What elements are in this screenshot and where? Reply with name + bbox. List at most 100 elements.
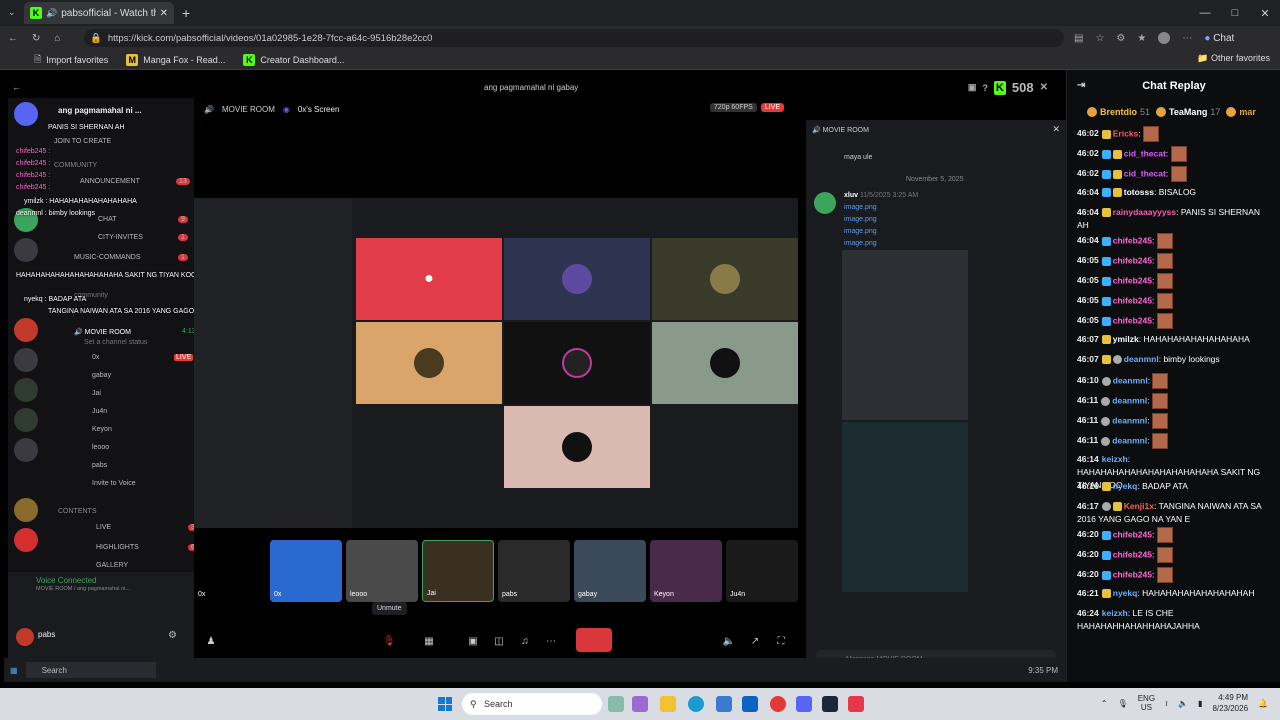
image-attachment[interactable] [842, 422, 968, 592]
message-username[interactable]: keizxh [1102, 608, 1128, 618]
message-username[interactable]: deanmnl [1113, 375, 1148, 385]
fullscreen-icon[interactable]: ⛶ [772, 632, 790, 650]
voice-user[interactable]: 0x LIVE [92, 354, 194, 361]
message-username[interactable]: chifeb245 [1113, 235, 1152, 245]
home-icon[interactable]: ⌂ [54, 33, 60, 44]
server-icon[interactable] [14, 498, 38, 522]
close-tab-icon[interactable]: ✕ [160, 8, 168, 19]
notification-icon[interactable]: 🔔 [1258, 699, 1268, 708]
copilot-chat-button[interactable]: ● Chat [1204, 33, 1234, 44]
browser-tab[interactable]: K 🔊 pabsofficial - Watch the VOD ✕ [24, 2, 174, 24]
voice-user[interactable]: Keyon [92, 426, 112, 433]
participant-thumb[interactable]: leooo [346, 540, 418, 602]
attachment-link[interactable]: image.png [844, 228, 877, 235]
channel-join-to-create[interactable]: JOIN TO CREATE [54, 138, 111, 145]
file-explorer-icon[interactable] [660, 696, 676, 712]
message-username[interactable]: deanmnl [1112, 395, 1147, 405]
channel-city-invites[interactable]: CITY-INVITES 1 [98, 234, 188, 241]
maximize-button[interactable]: □ [1220, 0, 1250, 26]
participant-tile[interactable] [504, 406, 650, 488]
message-username[interactable]: nyekq [1113, 481, 1138, 491]
message-username[interactable]: cid_thecat [1124, 168, 1166, 178]
minimize-button[interactable]: — [1190, 0, 1220, 26]
message-username[interactable]: deanmnl [1124, 354, 1159, 364]
participant-thumb[interactable]: pabs [498, 540, 570, 602]
camera-off-icon[interactable]: ▦ [420, 632, 438, 650]
soundboard-icon[interactable]: ♫ [516, 632, 534, 650]
message-username[interactable]: chifeb245 [1113, 255, 1152, 265]
participant-tile[interactable] [652, 322, 798, 404]
participant-tile[interactable] [504, 322, 650, 404]
mic-icon[interactable]: 🎙 [1118, 699, 1128, 708]
new-tab-button[interactable]: + [182, 5, 190, 21]
attachment-link[interactable]: image.png [844, 240, 877, 247]
server-icon[interactable] [14, 438, 38, 462]
gifter-item[interactable]: TeaMang 17 [1156, 107, 1220, 117]
participant-tile[interactable] [356, 322, 502, 404]
gifter-item[interactable]: Brentdio 51 [1087, 107, 1150, 117]
close-chat-icon[interactable]: ✕ [1052, 124, 1060, 135]
add-user-icon[interactable]: ♟ [202, 632, 220, 650]
bookmark-import[interactable]: 🗎 Import favorites [34, 52, 108, 68]
participant-tile[interactable]: ● [356, 238, 502, 320]
message-username[interactable]: ymilzk [1113, 334, 1139, 344]
popout-icon[interactable]: ↗ [746, 632, 764, 650]
attachment-link[interactable]: image.png [844, 204, 877, 211]
participant-thumb[interactable]: Ju4n [726, 540, 798, 602]
message-username[interactable]: deanmnl [1112, 415, 1147, 425]
volume-icon[interactable]: 🔈 [720, 632, 738, 650]
wifi-icon[interactable]: ≀ [1165, 699, 1168, 708]
image-attachment[interactable] [842, 250, 968, 420]
message-username[interactable]: chifeb245 [1113, 549, 1152, 559]
language-indicator[interactable]: ENG US [1138, 694, 1155, 712]
edge-icon[interactable] [688, 696, 704, 712]
disconnect-button[interactable] [576, 628, 612, 652]
screen-share-icon[interactable]: ▣ [464, 632, 482, 650]
outlook-icon[interactable] [742, 696, 758, 712]
channel-music-commands[interactable]: MUSIC-COMMANDS 1 [74, 254, 188, 261]
back-arrow-icon[interactable]: ← [12, 82, 21, 92]
message-username[interactable]: chifeb245 [1113, 295, 1152, 305]
server-icon[interactable] [14, 238, 38, 262]
tab-list-icon[interactable]: ⌄ [8, 7, 16, 18]
server-icon[interactable] [14, 348, 38, 372]
voice-user[interactable]: pabs [92, 462, 107, 469]
message-username[interactable]: Kenji1x [1124, 501, 1154, 511]
message-username[interactable]: chifeb245 [1113, 569, 1152, 579]
voice-user[interactable]: Jai [92, 390, 101, 397]
message-username[interactable]: deanmnl [1112, 435, 1147, 445]
channel-chat[interactable]: CHAT 9 [98, 216, 188, 223]
close-window-button[interactable]: ✕ [1250, 0, 1280, 26]
channel-status[interactable]: Set a channel status [84, 339, 147, 346]
reader-icon[interactable]: ▤ [1074, 33, 1083, 44]
url-field[interactable]: 🔒 https://kick.com/pabsofficial/videos/0… [84, 29, 1064, 47]
taskbar-clock[interactable]: 4:49 PM 8/23/2026 [1212, 692, 1248, 714]
participant-thumb[interactable]: 0x [194, 540, 266, 602]
server-icon[interactable] [14, 528, 38, 552]
favorite-icon[interactable]: ☆ [1095, 33, 1104, 44]
chrome-icon[interactable] [770, 696, 786, 712]
back-icon[interactable]: ← [8, 33, 18, 44]
windows-start-icon[interactable] [438, 697, 452, 711]
participant-tile[interactable] [504, 238, 650, 320]
channel-gallery[interactable]: GALLERY [96, 562, 128, 569]
message-username[interactable]: chifeb245 [1113, 529, 1152, 539]
bookmark-manga[interactable]: M Manga Fox - Read... [126, 53, 225, 66]
speaker-icon[interactable]: 🔊 [46, 8, 57, 19]
server-icon[interactable] [14, 102, 38, 126]
participant-thumb[interactable]: gabay [574, 540, 646, 602]
bookmark-creator[interactable]: K Creator Dashboard... [243, 53, 344, 66]
taskbar-search[interactable]: ⚲ Search [462, 693, 602, 715]
battery-icon[interactable]: ▮ [1198, 699, 1202, 708]
volume-icon[interactable]: 🔈 [1178, 699, 1188, 708]
music-icon[interactable] [848, 696, 864, 712]
participant-thumb[interactable]: Keyon [650, 540, 722, 602]
more-icon[interactable]: ⋯ [1182, 33, 1192, 44]
settings-icon[interactable]: ⚙ [168, 630, 177, 641]
message-username[interactable]: cid_thecat [1124, 148, 1166, 158]
steam-icon[interactable] [822, 696, 838, 712]
invite-to-voice[interactable]: Invite to Voice [92, 480, 136, 487]
server-icon[interactable] [14, 408, 38, 432]
message-username[interactable]: rainydaaayyyss [1113, 207, 1176, 217]
store-icon[interactable] [716, 696, 732, 712]
